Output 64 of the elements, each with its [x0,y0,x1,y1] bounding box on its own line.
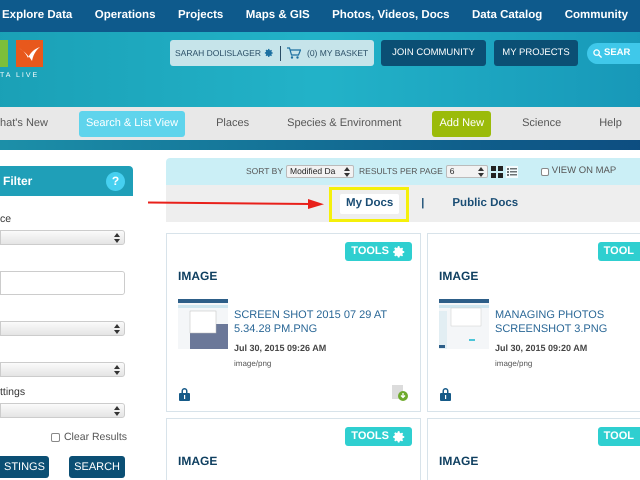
document-date: Jul 30, 2015 09:20 AM [495,342,588,355]
view-on-map-label: VIEW ON MAP [552,164,616,178]
logo-icon [0,40,44,67]
select-arrows-icon [114,364,120,374]
select-arrows-icon [114,406,120,416]
document-mime-type: image/png [495,358,534,370]
gear-icon [392,430,406,444]
list-view-icon[interactable] [506,166,518,178]
select-arrows-icon [478,166,484,176]
select-arrows-icon [114,232,120,242]
gear-icon [264,48,274,58]
document-tab[interactable]: My Docs [340,194,400,214]
search-icon [593,49,602,58]
select-field[interactable] [0,403,125,418]
top-nav-link[interactable]: Community [564,7,628,25]
header-button[interactable]: MY PROJECTS [494,40,578,66]
tab-separator: | [421,196,424,212]
document-title[interactable]: MANAGING PHOTOS SCREENSHOT 3.PNG [495,308,640,336]
secondary-nav-link[interactable]: Species & Environment [280,110,408,136]
sort-by-label: SORT BY [246,165,284,178]
select-arrows-icon [114,324,120,334]
document-type: IMAGE [438,453,480,470]
basket-link[interactable]: (0) MY BASKET [306,46,368,60]
document-mime-type: image/png [234,358,272,370]
sort-by-select[interactable]: Modified Da [286,165,354,178]
results-per-page-label: RESULTS PER PAGE [359,165,443,178]
secondary-nav-link[interactable]: Places [209,110,256,136]
select-field[interactable] [0,362,125,377]
top-nav-link[interactable]: Photos, Videos, Docs [332,7,450,25]
document-title[interactable]: SCREEN SHOT 2015 07 29 AT 5.34.28 PM.PNG [234,308,404,336]
top-nav-link[interactable]: Operations [94,7,156,25]
top-nav-link[interactable]: Data Catalog [472,7,542,25]
filter-button[interactable]: STINGS [0,456,49,478]
results-per-page-select[interactable]: 6 [446,165,488,178]
download-icon[interactable] [392,385,408,401]
screenshot-thumbnail [439,299,489,349]
secondary-nav-link[interactable]: hat's New [0,110,55,136]
document-tab[interactable]: Public Docs [446,194,524,214]
view-on-map-checkbox[interactable] [540,168,549,176]
top-nav-link[interactable]: Projects [178,7,224,25]
top-nav-link[interactable]: Maps & GIS [246,7,310,25]
select-arrows-icon [344,166,350,176]
filter-title: Filter [3,173,32,190]
cart-icon [286,47,301,59]
grid-view-icon[interactable] [490,166,503,178]
clear-results-label: Clear Results [64,430,127,445]
secondary-nav-link[interactable]: Science [515,110,568,136]
field-label: ce [0,212,12,227]
document-type: IMAGE [177,268,218,285]
filter-button[interactable]: SEARCH [69,456,125,478]
select-field[interactable] [0,230,125,245]
document-type: IMAGE [177,453,218,470]
top-nav-link[interactable]: Explore Data [2,7,72,25]
secondary-nav-link[interactable]: Help [592,110,629,136]
gear-icon [392,244,406,258]
select-field[interactable] [0,321,125,336]
screenshot-thumbnail [178,299,228,349]
header-button[interactable]: JOIN COMMUNITY [381,40,486,66]
document-date: Jul 30, 2015 09:26 AM [234,342,328,355]
text-input-field[interactable] [0,271,125,295]
clear-results-checkbox[interactable] [50,433,60,442]
field-label: ttings [0,385,26,400]
document-type: IMAGE [438,268,480,285]
user-name[interactable]: SARAH DOLISLAGER [175,46,261,60]
